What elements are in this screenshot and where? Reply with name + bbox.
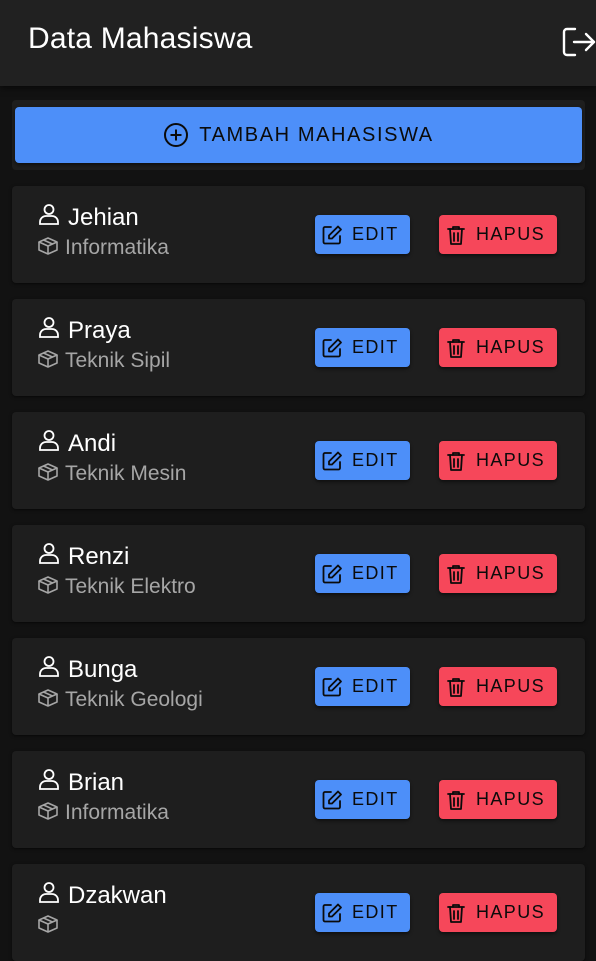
edit-icon: [321, 789, 343, 811]
trash-icon: [445, 676, 467, 698]
student-card: Andi Teknik Mesin EDIT HAPUS: [12, 412, 585, 509]
student-major: Teknik Geologi: [65, 688, 203, 711]
delete-label: HAPUS: [476, 224, 546, 244]
plus-circle-icon: [163, 122, 189, 148]
student-card: Praya Teknik Sipil EDIT HAPUS: [12, 299, 585, 396]
edit-button[interactable]: EDIT: [315, 780, 410, 819]
edit-icon: [321, 450, 343, 472]
edit-button[interactable]: EDIT: [315, 328, 410, 367]
student-major: Teknik Mesin: [65, 462, 187, 485]
student-name: Andi: [68, 430, 117, 457]
delete-button[interactable]: HAPUS: [439, 328, 557, 367]
edit-icon: [321, 902, 343, 924]
delete-button[interactable]: HAPUS: [439, 554, 557, 593]
edit-label: EDIT: [352, 563, 399, 583]
edit-label: EDIT: [352, 676, 399, 696]
trash-icon: [445, 337, 467, 359]
page-title: Data Mahasiswa: [28, 22, 253, 55]
person-icon: [37, 654, 61, 678]
package-icon: [37, 914, 59, 934]
edit-icon: [321, 563, 343, 585]
add-student-button[interactable]: TAMBAH MAHASISWA: [15, 107, 582, 163]
student-major: Informatika: [65, 801, 169, 824]
delete-label: HAPUS: [476, 676, 546, 696]
student-name: Brian: [68, 769, 125, 796]
trash-icon: [445, 789, 467, 811]
delete-label: HAPUS: [476, 789, 546, 809]
add-student-card: TAMBAH MAHASISWA: [12, 100, 585, 170]
edit-label: EDIT: [352, 224, 399, 244]
package-icon: [37, 575, 59, 595]
edit-button[interactable]: EDIT: [315, 441, 410, 480]
student-name: Renzi: [68, 543, 130, 570]
person-icon: [37, 315, 61, 339]
delete-button[interactable]: HAPUS: [439, 441, 557, 480]
edit-label: EDIT: [352, 450, 399, 470]
student-major: Informatika: [65, 236, 169, 259]
edit-label: EDIT: [352, 902, 399, 922]
trash-icon: [445, 224, 467, 246]
edit-icon: [321, 337, 343, 359]
student-major: Teknik Sipil: [65, 349, 171, 372]
package-icon: [37, 801, 59, 821]
delete-label: HAPUS: [476, 337, 546, 357]
trash-icon: [445, 902, 467, 924]
delete-button[interactable]: HAPUS: [439, 893, 557, 932]
student-name: Bunga: [68, 656, 138, 683]
student-name: Dzakwan: [68, 882, 167, 909]
student-name: Praya: [68, 317, 131, 344]
student-card: Jehian Informatika EDIT HAPUS: [12, 186, 585, 283]
trash-icon: [445, 563, 467, 585]
edit-button[interactable]: EDIT: [315, 215, 410, 254]
person-icon: [37, 428, 61, 452]
package-icon: [37, 236, 59, 256]
delete-label: HAPUS: [476, 902, 546, 922]
package-icon: [37, 349, 59, 369]
edit-icon: [321, 224, 343, 246]
delete-button[interactable]: HAPUS: [439, 215, 557, 254]
person-icon: [37, 880, 61, 904]
add-student-label: TAMBAH MAHASISWA: [199, 123, 434, 146]
edit-label: EDIT: [352, 337, 399, 357]
delete-button[interactable]: HAPUS: [439, 667, 557, 706]
trash-icon: [445, 450, 467, 472]
edit-button[interactable]: EDIT: [315, 893, 410, 932]
student-card: Renzi Teknik Elektro EDIT HAPUS: [12, 525, 585, 622]
student-card: Dzakwan EDIT HAPUS: [12, 864, 585, 961]
student-major: Teknik Elektro: [65, 575, 196, 598]
student-name: Jehian: [68, 204, 139, 231]
edit-label: EDIT: [352, 789, 399, 809]
delete-label: HAPUS: [476, 450, 546, 470]
person-icon: [37, 767, 61, 791]
person-icon: [37, 202, 61, 226]
edit-icon: [321, 676, 343, 698]
package-icon: [37, 688, 59, 708]
person-icon: [37, 541, 61, 565]
edit-button[interactable]: EDIT: [315, 554, 410, 593]
delete-button[interactable]: HAPUS: [439, 780, 557, 819]
app-bar: Data Mahasiswa: [0, 0, 596, 86]
student-card: Bunga Teknik Geologi EDIT HAPUS: [12, 638, 585, 735]
logout-icon[interactable]: [560, 24, 596, 60]
student-card: Brian Informatika EDIT HAPUS: [12, 751, 585, 848]
package-icon: [37, 462, 59, 482]
edit-button[interactable]: EDIT: [315, 667, 410, 706]
delete-label: HAPUS: [476, 563, 546, 583]
